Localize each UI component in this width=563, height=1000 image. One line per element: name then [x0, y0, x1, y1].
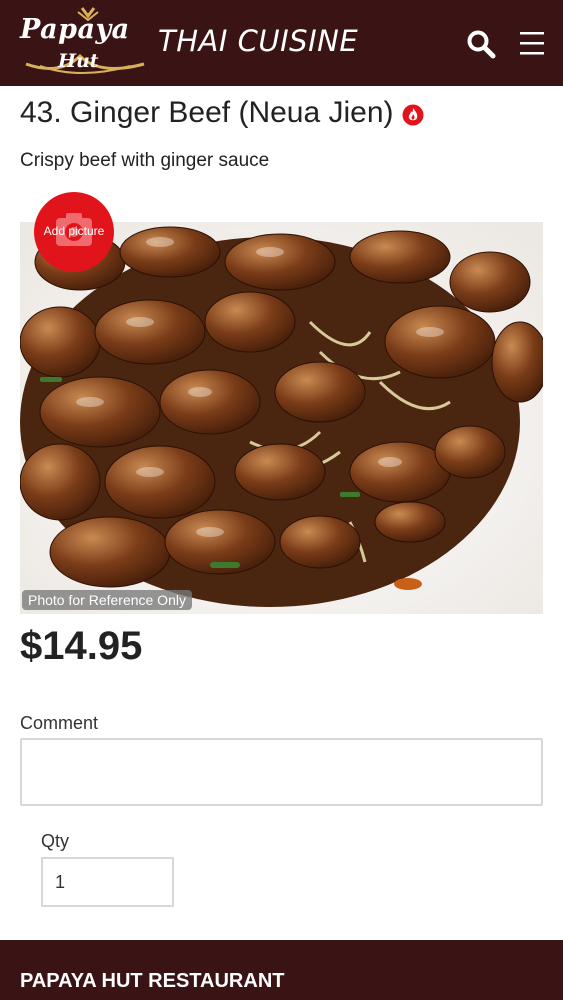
- flame-icon: [402, 104, 424, 126]
- logo-subtitle: Hut: [58, 50, 99, 72]
- dish-title: 43. Ginger Beef (Neua Jien): [20, 96, 424, 130]
- comment-field[interactable]: [20, 738, 543, 806]
- search-button[interactable]: [466, 29, 496, 59]
- hamburger-menu-icon: [520, 32, 544, 55]
- add-picture-label: Add picture: [43, 224, 105, 238]
- papaya-hut-logo[interactable]: Papaya Hut: [20, 6, 150, 76]
- dish-title-text: 43. Ginger Beef (Neua Jien): [20, 96, 394, 129]
- header-title: THAI CUISINE: [158, 24, 359, 58]
- site-header: Papaya Hut THAI CUISINE: [0, 0, 563, 86]
- qty-input[interactable]: [41, 857, 174, 907]
- qty-label: Qty: [41, 831, 70, 851]
- footer-title: PAPAYA HUT RESTAURANT: [20, 970, 285, 992]
- dish-price: $14.95: [20, 624, 143, 668]
- photo-reference-note: Photo for Reference Only: [22, 590, 192, 610]
- dish-photo: [20, 222, 543, 614]
- dish-description: Crispy beef with ginger sauce: [20, 150, 270, 171]
- menu-button[interactable]: [518, 29, 546, 57]
- site-footer: PAPAYA HUT RESTAURANT: [0, 940, 563, 1000]
- comment-label: Comment: [20, 713, 99, 733]
- add-picture-button[interactable]: Add picture: [34, 192, 114, 272]
- logo-title: Papaya: [20, 14, 130, 45]
- search-icon: [467, 30, 496, 59]
